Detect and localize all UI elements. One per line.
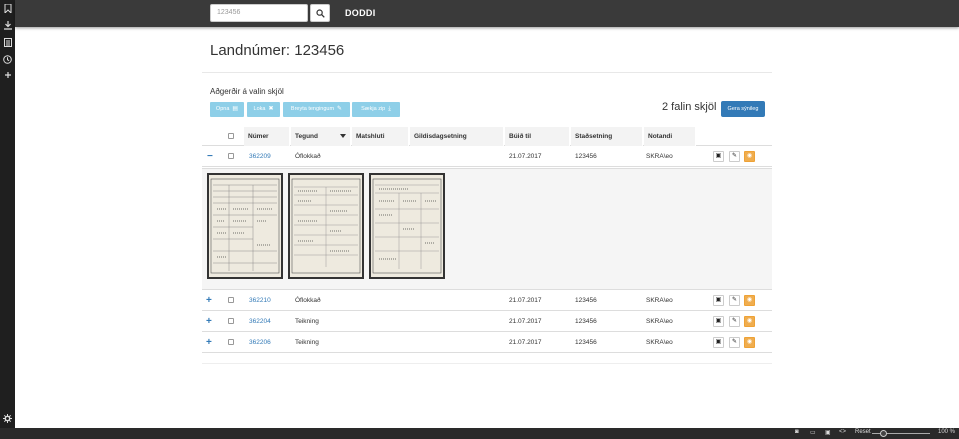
page-thumbnail[interactable] [288,173,364,279]
expand-toggle[interactable]: + [206,290,212,311]
search-button[interactable] [310,4,330,22]
created-date: 21.07.2017 [509,339,542,346]
row-checkbox[interactable] [228,153,234,159]
header-user[interactable]: Notandi [644,127,696,146]
history-icon[interactable] [2,55,13,66]
settings-gear-icon[interactable] [2,414,13,425]
edit-pencil-icon[interactable]: ✎ [729,316,740,327]
edit-links-button[interactable]: Breyta tengingum ✎ [283,102,350,117]
document-number-link[interactable]: 362209 [249,146,271,167]
location: 123456 [575,318,597,325]
list-icon[interactable] [2,38,13,49]
location: 123456 [575,339,597,346]
make-visible-button[interactable]: Gera sýnileg [721,101,765,117]
add-icon[interactable] [2,71,13,82]
camera-icon[interactable]: ◙ [795,429,799,435]
file-icon: ▤ [232,106,239,112]
search-icon [316,9,325,18]
left-sidebar [0,0,15,439]
document-type: Teikning [295,339,319,346]
image-icon[interactable]: ▣ [825,429,831,436]
download-icon: ⤓ [388,106,391,112]
document-number-link[interactable]: 362204 [249,311,271,332]
close-button[interactable]: Loka ✖ [247,102,280,117]
table-row[interactable]: + 362206 Teikning 21.07.2017 123456 SKRA… [202,332,772,353]
header-number[interactable]: Númer [244,127,290,146]
table-row[interactable]: + 362210 Óflokkað 21.07.2017 123456 SKRA… [202,290,772,311]
row-checkbox[interactable] [228,318,234,324]
pdf-file-icon[interactable]: ▣ [713,295,724,306]
brand-logo[interactable]: DODDI [345,8,376,18]
hidden-eye-icon[interactable]: ◉ [744,151,755,162]
hidden-eye-icon[interactable]: ◉ [744,337,755,348]
bookmark-icon[interactable] [2,3,13,15]
edit-pencil-icon[interactable]: ✎ [729,295,740,306]
open-button-label: Opna [215,106,230,112]
header-valid-date[interactable]: Gildisdagsetning [410,127,504,146]
document-type: Óflokkað [295,153,321,160]
location: 123456 [575,153,597,160]
open-button[interactable]: Opna ▤ [210,102,244,117]
user: SKRA\eo [646,318,673,325]
code-icon[interactable]: <> [839,429,846,435]
table-row[interactable]: + 362204 Teikning 21.07.2017 123456 SKRA… [202,311,772,332]
created-date: 21.07.2017 [509,153,542,160]
zoom-slider-handle[interactable] [880,430,887,437]
download-icon[interactable] [2,21,13,32]
zoom-level: 100 % [938,429,956,435]
row-checkbox[interactable] [228,339,234,345]
page-thumbnail[interactable] [369,173,445,279]
hidden-documents-count: 2 falin skjöl [662,101,717,113]
hidden-eye-icon[interactable]: ◉ [744,316,755,327]
close-icon: ✖ [268,106,274,112]
page-title: Landnúmer: 123456 [210,42,345,59]
document-number-link[interactable]: 362210 [249,290,271,311]
pdf-file-icon[interactable]: ▣ [713,337,724,348]
reset-button[interactable]: Reset [855,429,871,435]
pdf-file-icon[interactable]: ▣ [713,316,724,327]
header-part[interactable]: Matshluti [352,127,409,146]
download-zip-button-label: Sækja zip [361,106,386,112]
expand-toggle[interactable]: + [206,332,212,353]
status-bar: ◙ ▭ ▣ <> Reset 100 % [0,428,959,439]
divider [202,72,772,73]
created-date: 21.07.2017 [509,318,542,325]
divider [202,363,772,364]
search-input[interactable]: 123456 [210,4,308,22]
header-created[interactable]: Búið til [505,127,570,146]
pencil-icon: ✎ [337,106,343,112]
hidden-eye-icon[interactable]: ◉ [744,295,755,306]
window-icon[interactable]: ▭ [810,429,816,436]
document-number-link[interactable]: 362206 [249,332,271,353]
document-type: Teikning [295,318,319,325]
page-thumbnail[interactable] [207,173,283,279]
table-header: Númer Tegund Matshluti Gildisdagsetning … [202,127,772,146]
document-type: Óflokkað [295,297,321,304]
user: SKRA\eo [646,297,673,304]
location: 123456 [575,297,597,304]
collapse-toggle[interactable]: − [207,146,213,167]
select-all-checkbox[interactable] [228,133,234,139]
user: SKRA\eo [646,153,673,160]
actions-label: Aðgerðir á valin skjöl [210,87,284,96]
header-location[interactable]: Staðsetning [571,127,643,146]
expand-toggle[interactable]: + [206,311,212,332]
top-navbar: 123456 DODDI [15,0,959,27]
document-preview-strip [202,168,772,290]
download-zip-button[interactable]: Sækja zip ⤓ [352,102,400,117]
edit-pencil-icon[interactable]: ✎ [729,151,740,162]
row-checkbox[interactable] [228,297,234,303]
sort-desc-icon[interactable] [340,134,346,138]
close-button-label: Loka [253,106,266,112]
table-row[interactable]: − 362209 Óflokkað 21.07.2017 123456 SKRA… [202,146,772,167]
created-date: 21.07.2017 [509,297,542,304]
edit-links-button-label: Breyta tengingum [290,106,335,112]
user: SKRA\eo [646,339,673,346]
pdf-file-icon[interactable]: ▣ [713,151,724,162]
edit-pencil-icon[interactable]: ✎ [729,337,740,348]
